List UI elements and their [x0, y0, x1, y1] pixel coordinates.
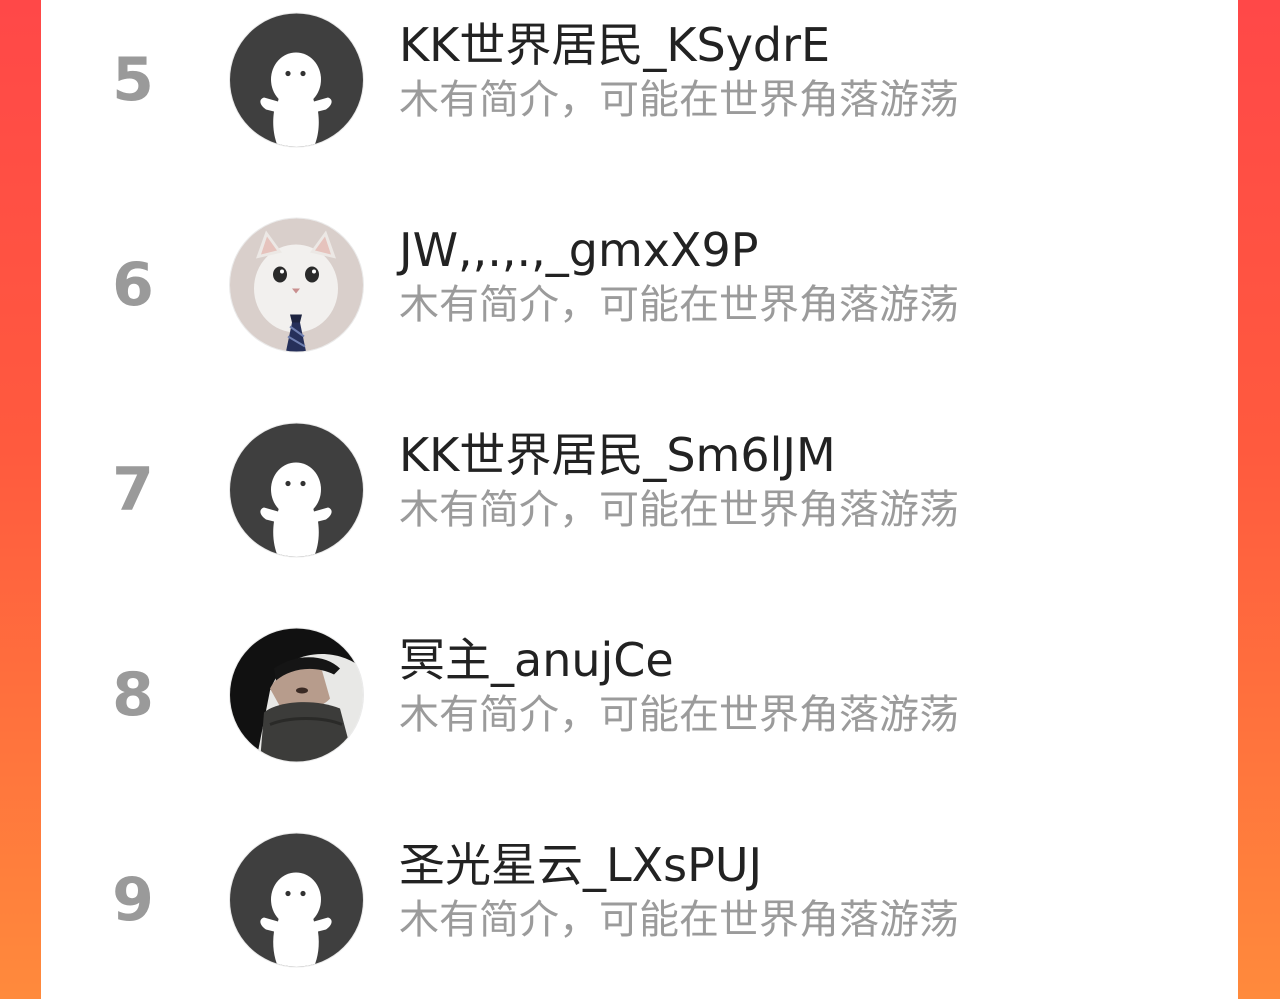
ranking-row[interactable]: 7 KK世界居民_Sm6lJM 木有简介，可能在世界角落游荡	[41, 410, 1238, 570]
user-bio: 木有简介，可能在世界角落游荡	[399, 487, 959, 533]
user-name: 冥主_anujCe	[399, 633, 674, 687]
rank-number: 6	[112, 250, 154, 320]
default-ghost-avatar-icon[interactable]	[230, 833, 363, 967]
user-name: KK世界居民_KSydrE	[399, 18, 831, 72]
ranking-row[interactable]: 5 KK世界居民_KSydrE 木有简介，可能在世界角落游荡	[41, 0, 1238, 160]
default-ghost-avatar-icon[interactable]	[230, 13, 363, 147]
rank-number: 7	[112, 455, 154, 525]
user-bio: 木有简介，可能在世界角落游荡	[399, 897, 959, 943]
ranking-row[interactable]: 8 冥主_anujCe 木有简介，可能在世界角落游荡	[41, 615, 1238, 775]
rank-number: 9	[112, 865, 154, 935]
default-ghost-avatar-icon[interactable]	[230, 423, 363, 557]
person-photo-avatar-icon[interactable]	[230, 628, 363, 762]
ranking-row[interactable]: 6 JW,,.,.,_gmxX9P 木有简介，可能在世界角落游荡	[41, 205, 1238, 365]
user-name: KK世界居民_Sm6lJM	[399, 428, 836, 482]
user-bio: 木有简介，可能在世界角落游荡	[399, 282, 959, 328]
cat-with-tie-avatar-icon[interactable]	[230, 218, 363, 352]
ranking-row[interactable]: 9 圣光星云_LXsPUJ 木有简介，可能在世界角落游荡	[41, 820, 1238, 980]
rank-number: 5	[112, 45, 154, 115]
rank-number: 8	[112, 660, 154, 730]
ranking-card: 5 KK世界居民_KSydrE 木有简介，可能在世界角落游荡 6 JW,,.,.…	[41, 0, 1238, 999]
user-name: JW,,.,.,_gmxX9P	[399, 223, 759, 277]
user-name: 圣光星云_LXsPUJ	[399, 838, 763, 892]
user-bio: 木有简介，可能在世界角落游荡	[399, 77, 959, 123]
user-bio: 木有简介，可能在世界角落游荡	[399, 692, 959, 738]
